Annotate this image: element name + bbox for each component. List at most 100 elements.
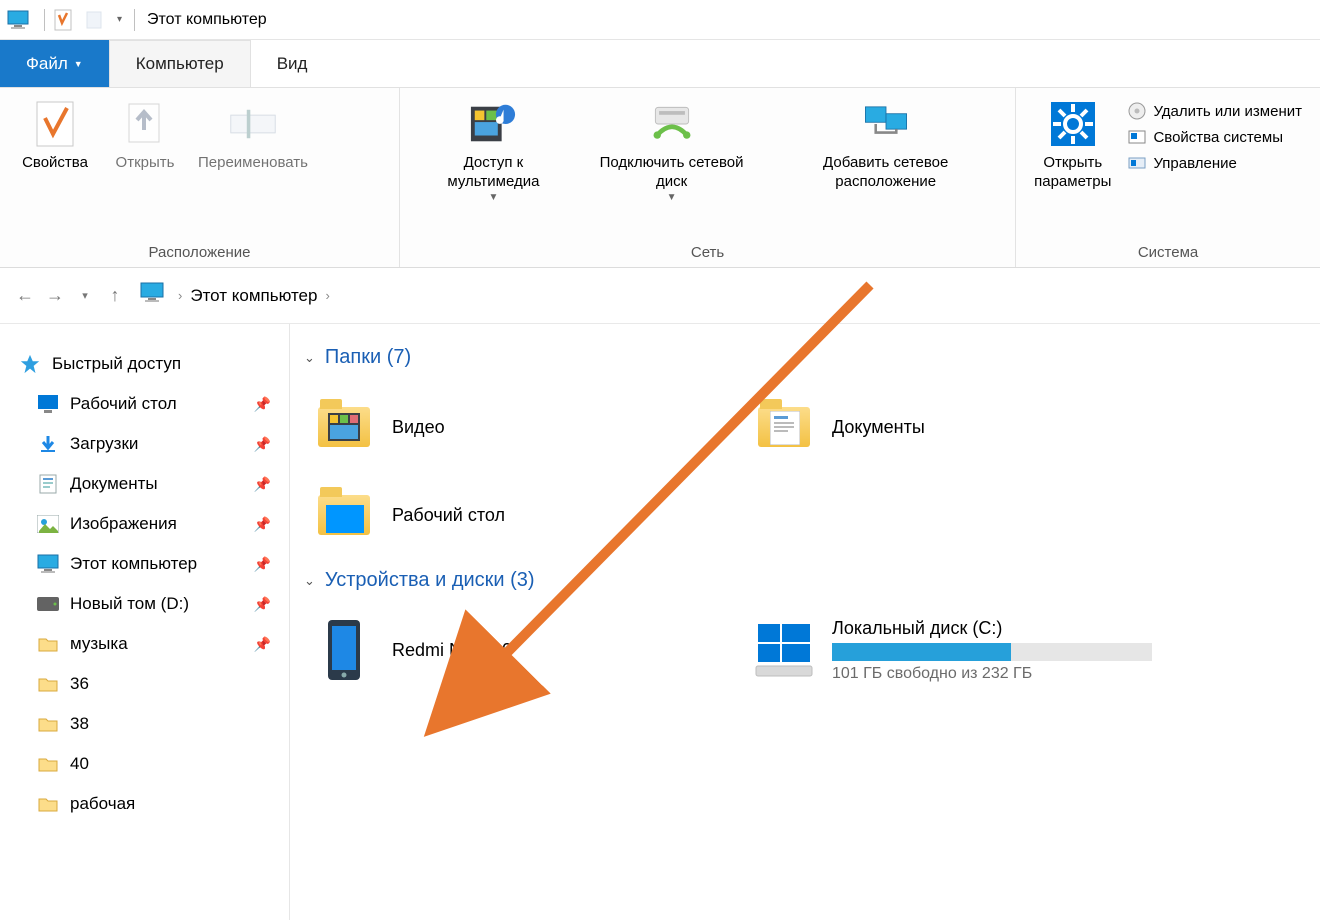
ribbon-tabs: Файл ▼ Компьютер Вид [0,40,1320,88]
network-drive-icon [648,100,696,148]
pictures-icon [36,512,60,536]
folder-tile[interactable]: Рабочий стол [300,471,740,559]
manage-button[interactable]: Управление [1123,150,1306,176]
folder-tile[interactable]: Видео [300,383,740,471]
sidebar-item-label: музыка [70,634,128,654]
sidebar-quick-access[interactable]: Быстрый доступ [18,344,285,384]
rename-button[interactable]: Переименовать [190,92,316,177]
open-settings-button[interactable]: Открыть параметры [1026,92,1119,196]
new-folder-qat-icon[interactable] [83,8,107,32]
breadcrumb[interactable]: › Этот компьютер › [140,282,338,309]
media-access-button[interactable]: Доступ к мультимедиа ▼ [410,92,577,208]
pin-icon: 📌 [254,436,271,453]
add-network-location-button[interactable]: Добавить сетевое расположение [766,92,1005,196]
thispc-icon [36,552,60,576]
pin-icon: 📌 [254,556,271,573]
sidebar-item-label: 36 [70,674,89,694]
sidebar-item-label: Изображения [70,514,177,534]
sidebar-item-label: рабочая [70,794,135,814]
pin-icon: 📌 [254,516,271,533]
sidebar-item[interactable]: 36 [18,664,285,704]
folder-icon [36,792,60,816]
rename-icon [229,100,277,148]
drive-icon [36,592,60,616]
group-location-label: Расположение [10,240,389,267]
qat-dropdown-icon[interactable]: ▾ [117,14,122,25]
windrive-icon [750,616,818,684]
device-tile[interactable]: Redmi Note 10 [300,606,740,694]
sidebar-item-label: Новый том (D:) [70,594,189,614]
sidebar-item[interactable]: рабочая [18,784,285,824]
up-button[interactable]: ↑ [100,281,130,311]
rename-label: Переименовать [198,154,308,173]
pin-icon: 📌 [254,396,271,413]
devices-header-label: Устройства и диски (3) [325,569,535,592]
group-network-label: Сеть [410,240,1005,267]
breadcrumb-root[interactable]: Этот компьютер [190,286,317,306]
this-pc-crumb-icon [140,282,164,309]
disk-usage-bar [832,643,1152,661]
map-drive-label: Подключить сетевой диск [585,154,758,192]
sidebar-item-label: Рабочий стол [70,394,177,414]
properties-button[interactable]: Свойства [10,92,100,177]
device-tile[interactable]: Локальный диск (C:)101 ГБ свободно из 23… [740,606,1180,694]
chevron-down-icon: ⌄ [304,573,315,589]
sysprops-label: Свойства системы [1153,129,1283,146]
properties-label: Свойства [22,154,88,173]
sidebar-item-label: Документы [70,474,158,494]
checkmark-sheet-icon [31,100,79,148]
tab-file[interactable]: Файл ▼ [0,40,109,87]
folder-label: Документы [832,417,925,438]
content-pane: ⌄ Папки (7) Видео Документы Рабочий стол ⌄… [290,324,1320,920]
sidebar-item[interactable]: Изображения 📌 [18,504,285,544]
system-properties-button[interactable]: Свойства системы [1123,124,1306,150]
sidebar-item-label: 40 [70,754,89,774]
tab-computer[interactable]: Компьютер [109,40,251,87]
map-drive-button[interactable]: Подключить сетевой диск ▼ [577,92,766,208]
back-button[interactable]: ← [10,281,40,311]
sidebar-item[interactable]: 40 [18,744,285,784]
disc-icon [1127,101,1147,121]
ribbon: Свойства Открыть Переименовать Расположе… [0,88,1320,268]
sidebar-item-label: 38 [70,714,89,734]
qat-separator [44,9,45,31]
sidebar-item[interactable]: Рабочий стол 📌 [18,384,285,424]
tab-view[interactable]: Вид [251,40,334,87]
open-settings-label: Открыть параметры [1034,154,1111,192]
open-label: Открыть [116,154,175,173]
sidebar-item[interactable]: 38 [18,704,285,744]
sidebar-item[interactable]: Документы📌 [18,464,285,504]
network-location-icon [862,100,910,148]
ribbon-group-location: Свойства Открыть Переименовать Расположе… [0,88,400,267]
folders-group-header[interactable]: ⌄ Папки (7) [304,346,1310,369]
tab-computer-label: Компьютер [136,54,224,74]
folder-icon [36,672,60,696]
properties-qat-icon[interactable] [51,8,75,32]
sidebar-item[interactable]: Этот компьютер📌 [18,544,285,584]
this-pc-icon [6,8,30,32]
ribbon-group-system: Открыть параметры Удалить или изменит Св… [1016,88,1320,267]
pin-icon: 📌 [254,596,271,613]
documents-icon [36,472,60,496]
media-access-label: Доступ к мультимедиа [418,154,569,192]
forward-button[interactable]: → [40,281,70,311]
downloads-icon [36,432,60,456]
title-bar: ▾ Этот компьютер [0,0,1320,40]
devices-group-header[interactable]: ⌄ Устройства и диски (3) [304,569,1310,592]
folder-tile[interactable]: Документы [740,383,1180,471]
quick-access-icon [18,352,42,376]
sidebar-item-label: Загрузки [70,434,138,454]
sidebar-item[interactable]: Новый том (D:) 📌 [18,584,285,624]
sidebar-item[interactable]: Загрузки 📌 [18,424,285,464]
gear-icon [1049,100,1097,148]
recent-locations-button[interactable]: ▾ [70,281,100,311]
desktop-icon [36,392,60,416]
uninstall-programs-button[interactable]: Удалить или изменит [1123,98,1306,124]
videos-icon [310,393,378,461]
open-button[interactable]: Открыть [100,92,190,177]
navigation-pane: Быстрый доступ Рабочий стол 📌 Загрузки 📌 Док… [0,324,290,920]
sidebar-item[interactable]: музыка📌 [18,624,285,664]
folder-icon [36,752,60,776]
media-icon [469,100,517,148]
tab-view-label: Вид [277,54,308,74]
